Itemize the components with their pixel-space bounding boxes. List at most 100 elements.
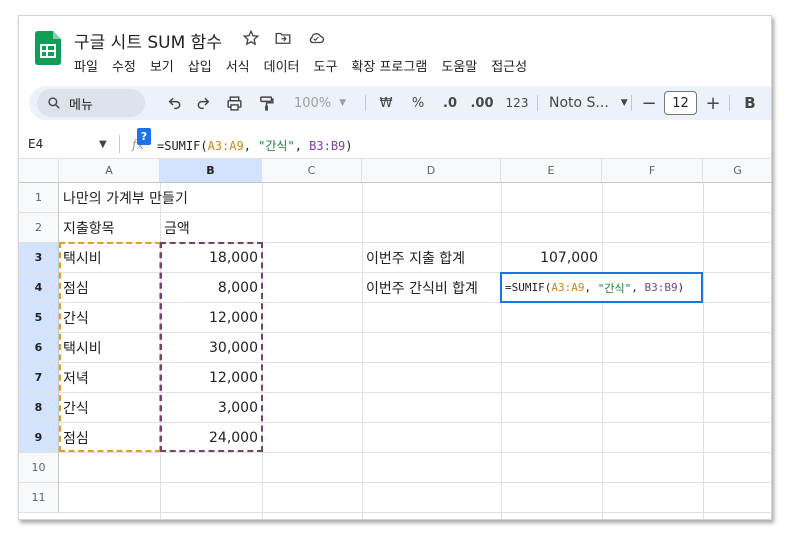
document-title[interactable]: 구글 시트 SUM 함수	[74, 28, 222, 53]
formula-criterion: "간식"	[258, 139, 295, 153]
column-header-c[interactable]: C	[262, 159, 362, 183]
print-button[interactable]	[223, 93, 245, 113]
range-highlight-a3-a9	[59, 242, 161, 452]
column-header-a[interactable]: A	[59, 159, 160, 183]
menu-format[interactable]: 서식	[219, 56, 257, 75]
star-icon[interactable]	[241, 28, 261, 48]
chevron-down-icon: ▼	[339, 98, 347, 108]
cell-a2[interactable]: 지출항목	[59, 213, 160, 243]
formula-input[interactable]: =SUMIF(A3:A9, "간식", B3:B9)	[157, 137, 353, 154]
column-header-b[interactable]: B	[160, 159, 262, 183]
cell-d4[interactable]: 이번주 간식비 합계	[362, 273, 501, 303]
cell-a1[interactable]: 나만의 가계부 만들기	[59, 183, 259, 213]
menu-search[interactable]: 메뉴	[37, 89, 145, 117]
menu-help[interactable]: 도움말	[434, 56, 484, 75]
font-family-value: Noto S...	[549, 95, 609, 111]
menu-file[interactable]: 파일	[74, 56, 105, 75]
column-header-g[interactable]: G	[703, 159, 771, 183]
row-header-2[interactable]: 2	[19, 213, 59, 243]
cell-e3[interactable]: 107,000	[501, 243, 602, 273]
menu-view[interactable]: 보기	[143, 56, 181, 75]
undo-icon	[168, 97, 181, 110]
menu-accessibility[interactable]: 접근성	[484, 56, 534, 75]
menu-tools[interactable]: 도구	[307, 56, 345, 75]
paint-format-icon	[259, 95, 274, 111]
formula-bar: E4 ▼ fx ? =SUMIF(A3:A9, "간식", B3:B9)	[19, 128, 771, 159]
menu-edit[interactable]: 수정	[105, 56, 143, 75]
undo-button[interactable]	[165, 93, 185, 113]
row-header-5[interactable]: 5	[19, 303, 59, 333]
cell-d3[interactable]: 이번주 지출 합계	[362, 243, 501, 273]
search-icon	[48, 97, 60, 109]
row-header-11[interactable]: 11	[19, 483, 59, 513]
toolbar: 메뉴 100% ▼ ₩ % .0 .00 123 Noto S... ▼ − 1	[29, 86, 771, 120]
row-header-10[interactable]: 10	[19, 453, 59, 483]
formula-text: =SUMIF(	[505, 281, 552, 294]
increase-font-size-button[interactable]: +	[703, 93, 723, 114]
toolbar-divider	[631, 95, 632, 111]
menu-data[interactable]: 데이터	[257, 56, 307, 75]
formula-criterion: "간식"	[597, 281, 632, 295]
redo-icon	[197, 97, 210, 110]
spreadsheet-window: 구글 시트 SUM 함수 파일 수정 보기 삽입 서식 데이터 도구 확장 프로…	[18, 15, 772, 520]
gridline	[501, 183, 502, 519]
gridline	[703, 183, 704, 519]
zoom-select[interactable]: 100% ▼	[285, 93, 355, 113]
move-folder-icon[interactable]	[273, 28, 293, 48]
currency-format-button[interactable]: ₩	[375, 93, 397, 113]
decrease-font-size-button[interactable]: −	[639, 93, 659, 114]
formula-help-button[interactable]: ?	[137, 128, 151, 145]
formula-text: )	[345, 139, 353, 153]
column-header-e[interactable]: E	[501, 159, 602, 183]
column-header-f[interactable]: F	[602, 159, 703, 183]
cell-b2[interactable]: 금액	[160, 213, 262, 243]
print-icon	[226, 95, 242, 111]
formula-separator: ,	[243, 139, 259, 153]
zoom-value: 100%	[293, 95, 332, 111]
chevron-down-icon: ▼	[620, 98, 628, 108]
formula-separator: ,	[631, 281, 645, 294]
formula-range-a: A3:A9	[551, 281, 585, 294]
gridline	[362, 183, 363, 519]
toolbar-divider	[537, 95, 538, 111]
formula-text: )	[677, 281, 685, 294]
gridline	[59, 512, 771, 513]
bold-button[interactable]: B	[739, 93, 761, 113]
formula-divider	[119, 135, 120, 153]
gridline	[602, 183, 603, 519]
formula-range-b: B3:B9	[644, 281, 678, 294]
formula-text: =SUMIF(	[157, 139, 208, 153]
menu-insert[interactable]: 삽입	[181, 56, 219, 75]
percent-format-button[interactable]: %	[407, 93, 429, 113]
formula-separator: ,	[584, 281, 598, 294]
sheets-logo-icon[interactable]	[35, 31, 61, 65]
toolbar-divider	[365, 95, 366, 111]
column-header-d[interactable]: D	[362, 159, 501, 183]
font-family-select[interactable]: Noto S... ▼	[545, 93, 629, 113]
row-header-9[interactable]: 9	[19, 423, 59, 453]
formula-range-a: A3:A9	[207, 139, 244, 153]
row-header-4[interactable]: 4	[19, 273, 59, 303]
row-header-3[interactable]: 3	[19, 243, 59, 273]
name-box[interactable]: E4	[28, 137, 43, 151]
paint-format-button[interactable]	[255, 93, 277, 113]
decrease-decimal-button[interactable]: .0	[437, 93, 463, 113]
cloud-icon[interactable]	[306, 28, 326, 48]
cell-e4-editor[interactable]: =SUMIF(A3:A9, "간식", B3:B9)	[500, 272, 703, 303]
select-all-corner[interactable]	[19, 159, 59, 183]
row-header-6[interactable]: 6	[19, 333, 59, 363]
redo-button[interactable]	[193, 93, 213, 113]
range-highlight-b3-b9	[160, 242, 263, 452]
row-header-8[interactable]: 8	[19, 393, 59, 423]
row-header-1[interactable]: 1	[19, 183, 59, 213]
menu-bar: 파일 수정 보기 삽입 서식 데이터 도구 확장 프로그램 도움말 접근성	[74, 56, 534, 75]
chevron-down-icon[interactable]: ▼	[99, 139, 107, 150]
formula-separator: ,	[294, 139, 310, 153]
gridline	[59, 482, 771, 483]
menu-extensions[interactable]: 확장 프로그램	[344, 56, 434, 75]
font-size-input[interactable]: 12	[664, 91, 697, 115]
row-header-7[interactable]: 7	[19, 363, 59, 393]
more-formats-button[interactable]: 123	[503, 93, 531, 113]
increase-decimal-button[interactable]: .00	[467, 93, 497, 113]
menu-search-label: 메뉴	[69, 97, 93, 113]
